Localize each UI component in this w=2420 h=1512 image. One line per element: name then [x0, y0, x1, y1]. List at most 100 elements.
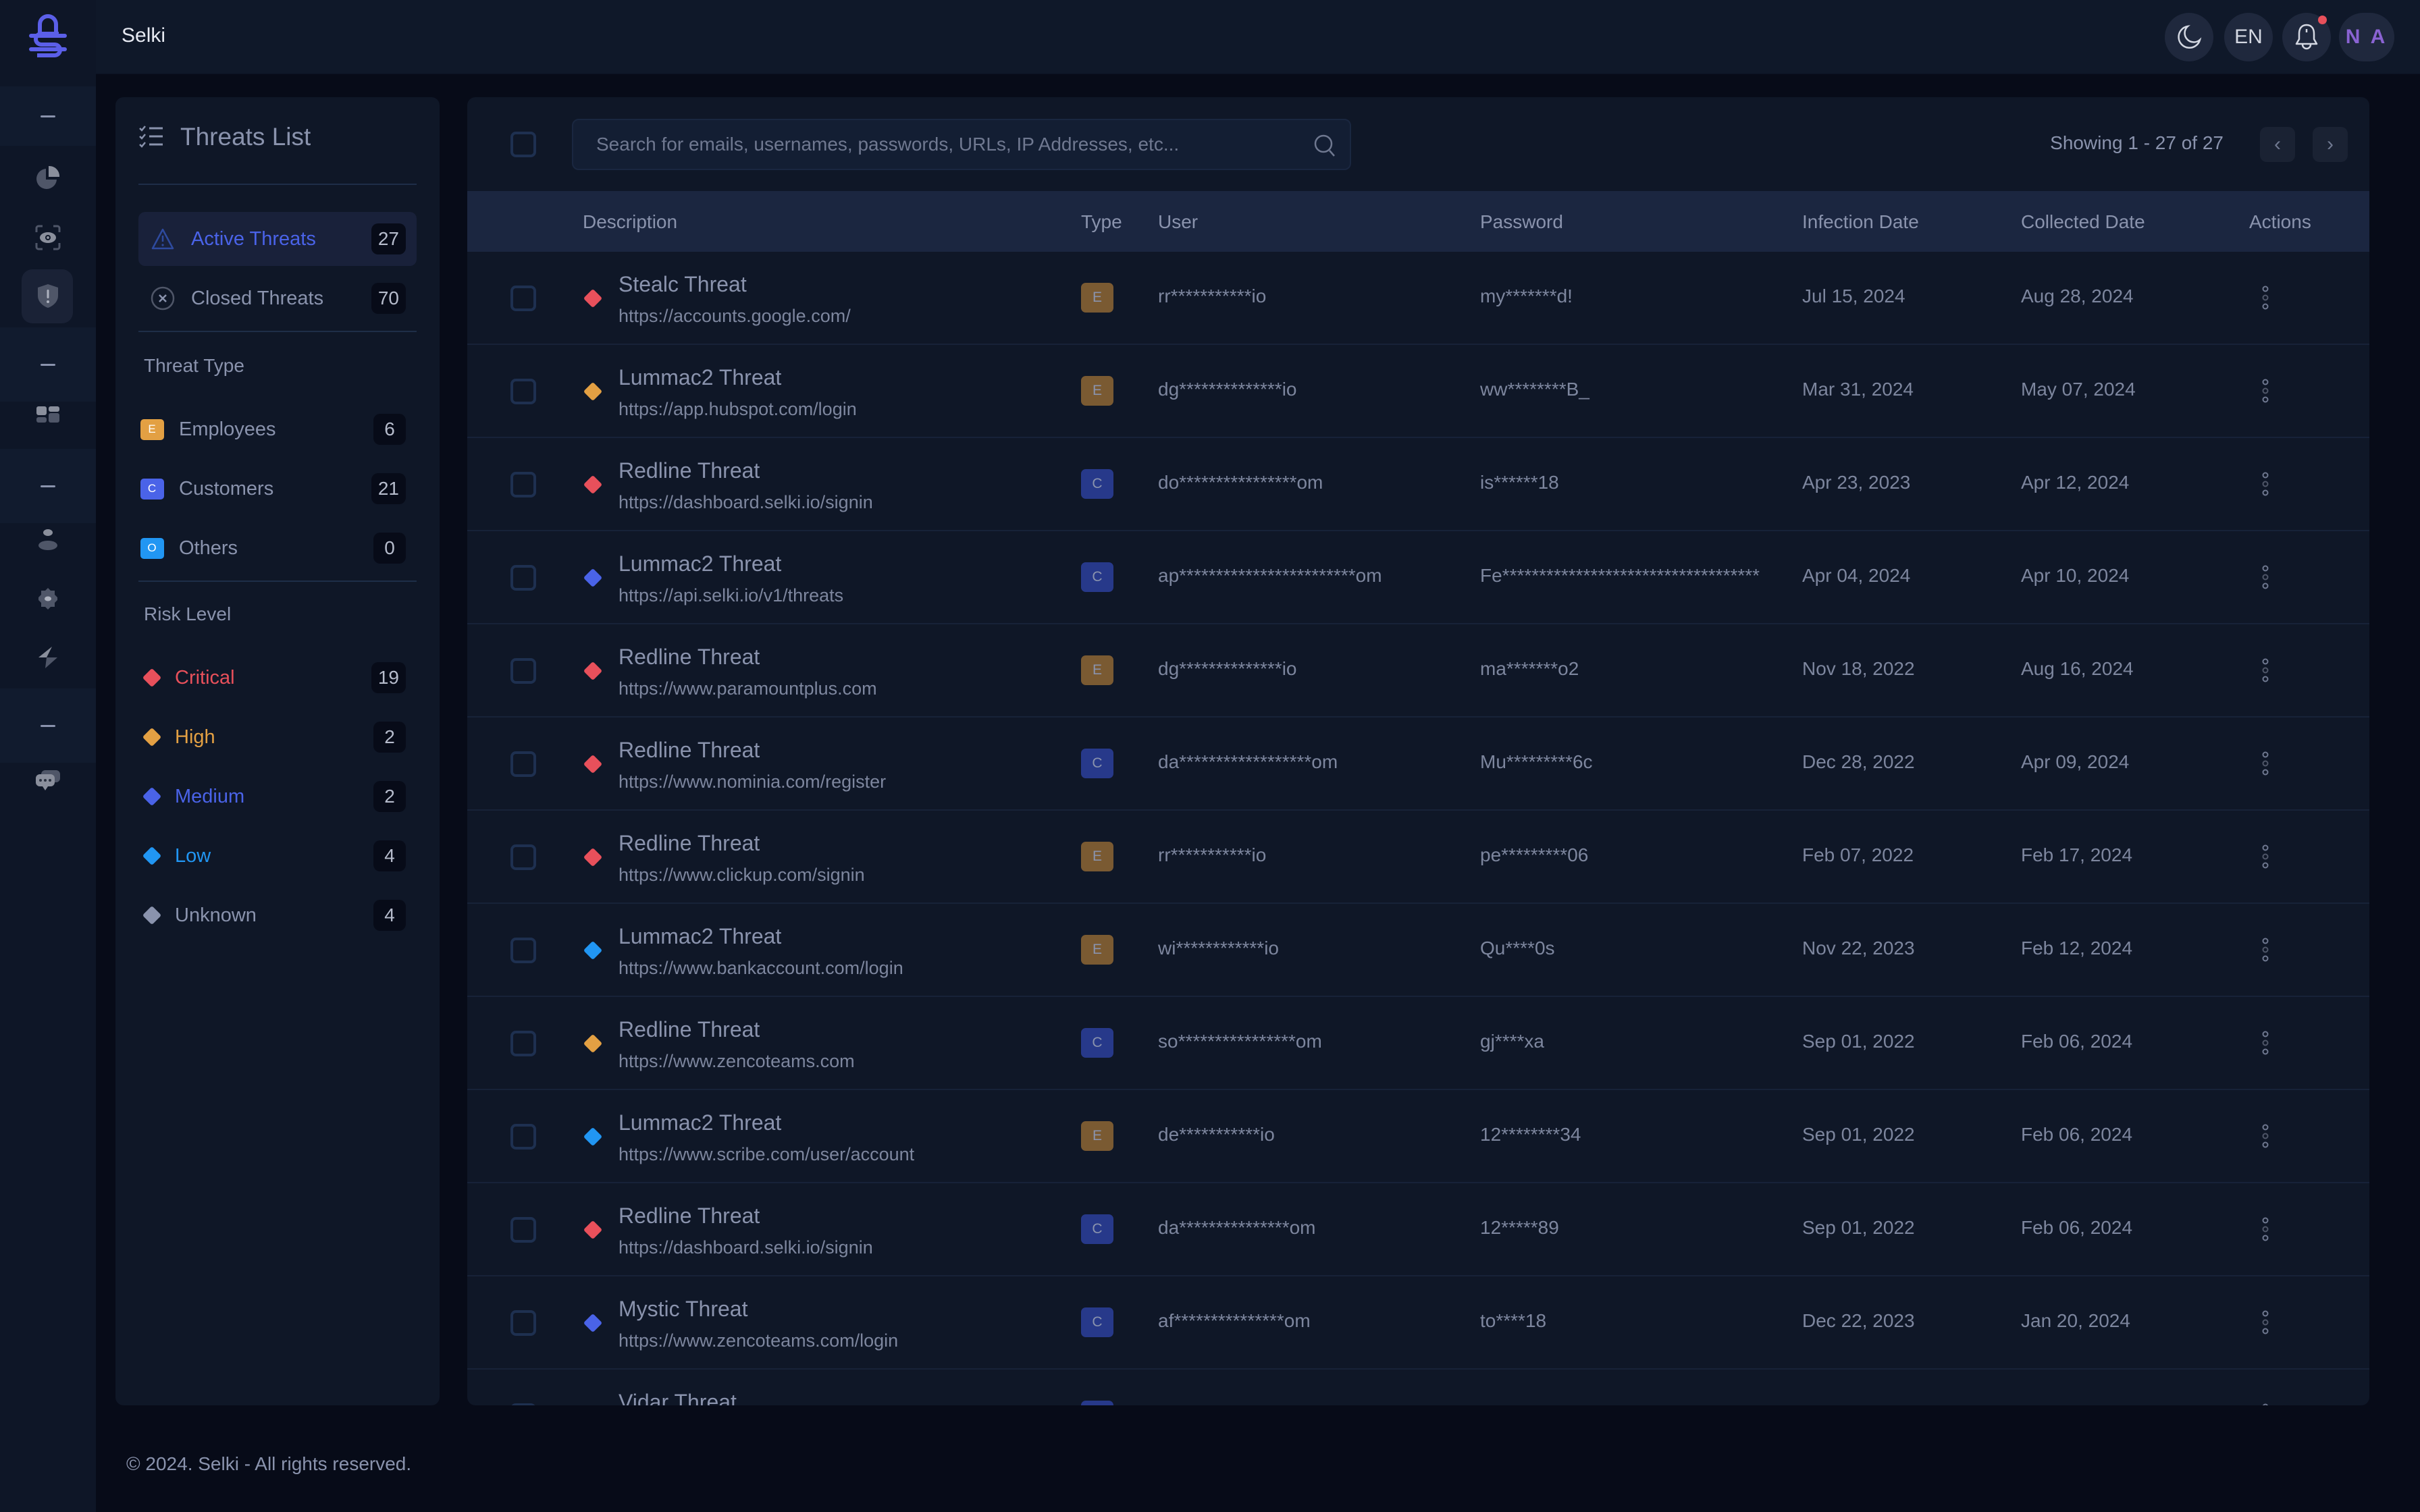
row-actions-button[interactable] — [2261, 1124, 2270, 1152]
column-header-description[interactable]: Description — [583, 211, 677, 233]
row-checkbox[interactable] — [510, 565, 536, 591]
threat-name[interactable]: Lummac2 Threat — [619, 924, 781, 949]
password-cell: Qu****0s — [1480, 938, 1555, 959]
table-row[interactable]: Redline Threat https://www.clickup.com/si… — [467, 811, 2369, 904]
table-row[interactable]: Redline Threat https://www.nominia.com/re… — [467, 718, 2369, 811]
row-actions-button[interactable] — [2261, 379, 2270, 406]
filter-risk-low[interactable]: Low 4 — [138, 829, 417, 883]
row-checkbox[interactable] — [510, 1403, 536, 1405]
infection-date-cell: Mar 31, 2024 — [1802, 379, 1914, 400]
notifications-button[interactable] — [2282, 13, 2331, 61]
next-page-button[interactable]: › — [2313, 127, 2348, 162]
threat-name[interactable]: Lummac2 Threat — [619, 1110, 781, 1135]
table-row[interactable]: Redline Threat https://dashboard.selki.io… — [467, 438, 2369, 531]
threat-name[interactable]: Lummac2 Threat — [619, 365, 781, 390]
row-checkbox[interactable] — [510, 1124, 536, 1150]
threat-name[interactable]: Lummac2 Threat — [619, 551, 781, 576]
language-button[interactable]: EN — [2224, 13, 2273, 61]
filter-type-customers[interactable]: C Customers 21 — [138, 462, 417, 516]
threat-name[interactable]: Stealc Threat — [619, 272, 747, 297]
row-checkbox[interactable] — [510, 658, 536, 684]
rail-item-apps[interactable] — [0, 388, 96, 448]
threat-name[interactable]: Redline Threat — [619, 645, 760, 670]
rail-item-settings[interactable] — [0, 569, 96, 628]
table-row[interactable]: Vidar Threat C — [467, 1370, 2369, 1405]
table-row[interactable]: Redline Threat https://www.paramountplus.… — [467, 624, 2369, 718]
search-icon[interactable] — [1313, 134, 1336, 161]
infection-date-cell: Apr 04, 2024 — [1802, 565, 1911, 586]
divider — [138, 580, 417, 582]
user-avatar[interactable]: N A — [2339, 13, 2394, 61]
row-checkbox[interactable] — [510, 844, 536, 870]
threat-name[interactable]: Redline Threat — [619, 1017, 760, 1042]
row-actions-button[interactable] — [2261, 751, 2270, 779]
row-actions-button[interactable] — [2261, 472, 2270, 500]
filter-risk-high[interactable]: High 2 — [138, 710, 417, 764]
row-checkbox[interactable] — [510, 1031, 536, 1056]
threat-url: https://www.bankaccount.com/login — [619, 958, 903, 978]
row-actions-button[interactable] — [2261, 844, 2270, 872]
rail-item-dashboard[interactable] — [0, 148, 96, 208]
user-cell: de***********io — [1158, 1124, 1275, 1145]
threat-url: https://accounts.google.com/ — [619, 306, 851, 326]
threat-name[interactable]: Vidar Threat — [619, 1390, 737, 1405]
rail-item-threats[interactable] — [0, 267, 96, 326]
row-actions-button[interactable] — [2261, 1031, 2270, 1058]
filter-risk-critical[interactable]: Critical 19 — [138, 651, 417, 705]
row-actions-button[interactable] — [2261, 565, 2270, 593]
threat-url: https://api.selki.io/v1/threats — [619, 585, 844, 605]
threat-name[interactable]: Redline Threat — [619, 1204, 760, 1228]
filter-label: Active Threats — [191, 227, 316, 250]
column-header-user[interactable]: User — [1158, 211, 1198, 233]
threat-name[interactable]: Redline Threat — [619, 831, 760, 856]
user-cell: dg**************io — [1158, 658, 1297, 679]
bell-icon — [2295, 24, 2318, 50]
column-header-collected-date[interactable]: Collected Date — [2021, 211, 2145, 233]
table-row[interactable]: Stealc Threat https://accounts.google.com… — [467, 252, 2369, 345]
filter-active-threats[interactable]: Active Threats 27 — [138, 212, 417, 266]
row-checkbox[interactable] — [510, 938, 536, 963]
rail-item-integrations[interactable] — [0, 628, 96, 687]
table-row[interactable]: Lummac2 Threat https://api.selki.io/v1/th… — [467, 531, 2369, 624]
filter-risk-unknown[interactable]: Unknown 4 — [138, 888, 417, 942]
rail-item-monitoring[interactable] — [0, 208, 96, 267]
row-actions-button[interactable] — [2261, 938, 2270, 965]
row-actions-button[interactable] — [2261, 1217, 2270, 1245]
prev-page-button[interactable]: ‹ — [2260, 127, 2295, 162]
row-checkbox[interactable] — [510, 751, 536, 777]
rail-collapse[interactable] — [0, 86, 96, 146]
search-input[interactable] — [573, 120, 1350, 169]
row-actions-button[interactable] — [2261, 286, 2270, 313]
column-header-infection-date[interactable]: Infection Date — [1802, 211, 1919, 233]
row-checkbox[interactable] — [510, 1310, 536, 1336]
filter-risk-medium[interactable]: Medium 2 — [138, 770, 417, 824]
row-actions-button[interactable] — [2261, 1310, 2270, 1338]
row-actions-button[interactable] — [2261, 1403, 2270, 1405]
table-row[interactable]: Lummac2 Threat https://app.hubspot.com/lo… — [467, 345, 2369, 438]
threat-name[interactable]: Redline Threat — [619, 458, 760, 483]
row-actions-button[interactable] — [2261, 658, 2270, 686]
filter-type-others[interactable]: O Others 0 — [138, 521, 417, 575]
rail-item-support[interactable] — [0, 751, 96, 811]
row-checkbox[interactable] — [510, 1217, 536, 1243]
filter-closed-threats[interactable]: Closed Threats 70 — [138, 271, 417, 325]
threat-name[interactable]: Mystic Threat — [619, 1297, 747, 1322]
table-row[interactable]: Redline Threat https://dashboard.selki.io… — [467, 1183, 2369, 1276]
threat-name[interactable]: Redline Threat — [619, 738, 760, 763]
column-header-type[interactable]: Type — [1081, 211, 1122, 233]
row-checkbox[interactable] — [510, 472, 536, 497]
theme-toggle-button[interactable] — [2165, 13, 2213, 61]
rail-item-users[interactable] — [0, 510, 96, 569]
filter-type-employees[interactable]: E Employees 6 — [138, 402, 417, 456]
table-row[interactable]: Mystic Threat https://www.zencoteams.com/… — [467, 1276, 2369, 1370]
select-all-checkbox[interactable] — [510, 132, 536, 157]
type-badge: C — [1081, 1028, 1113, 1058]
row-checkbox[interactable] — [510, 286, 536, 311]
table-row[interactable]: Lummac2 Threat https://www.bankaccount.co… — [467, 904, 2369, 997]
filter-count: 19 — [371, 662, 406, 693]
column-header-password[interactable]: Password — [1480, 211, 1563, 233]
row-checkbox[interactable] — [510, 379, 536, 404]
selki-logo[interactable] — [0, 0, 96, 74]
table-row[interactable]: Redline Threat https://www.zencoteams.com… — [467, 997, 2369, 1090]
table-row[interactable]: Lummac2 Threat https://www.scribe.com/use… — [467, 1090, 2369, 1183]
